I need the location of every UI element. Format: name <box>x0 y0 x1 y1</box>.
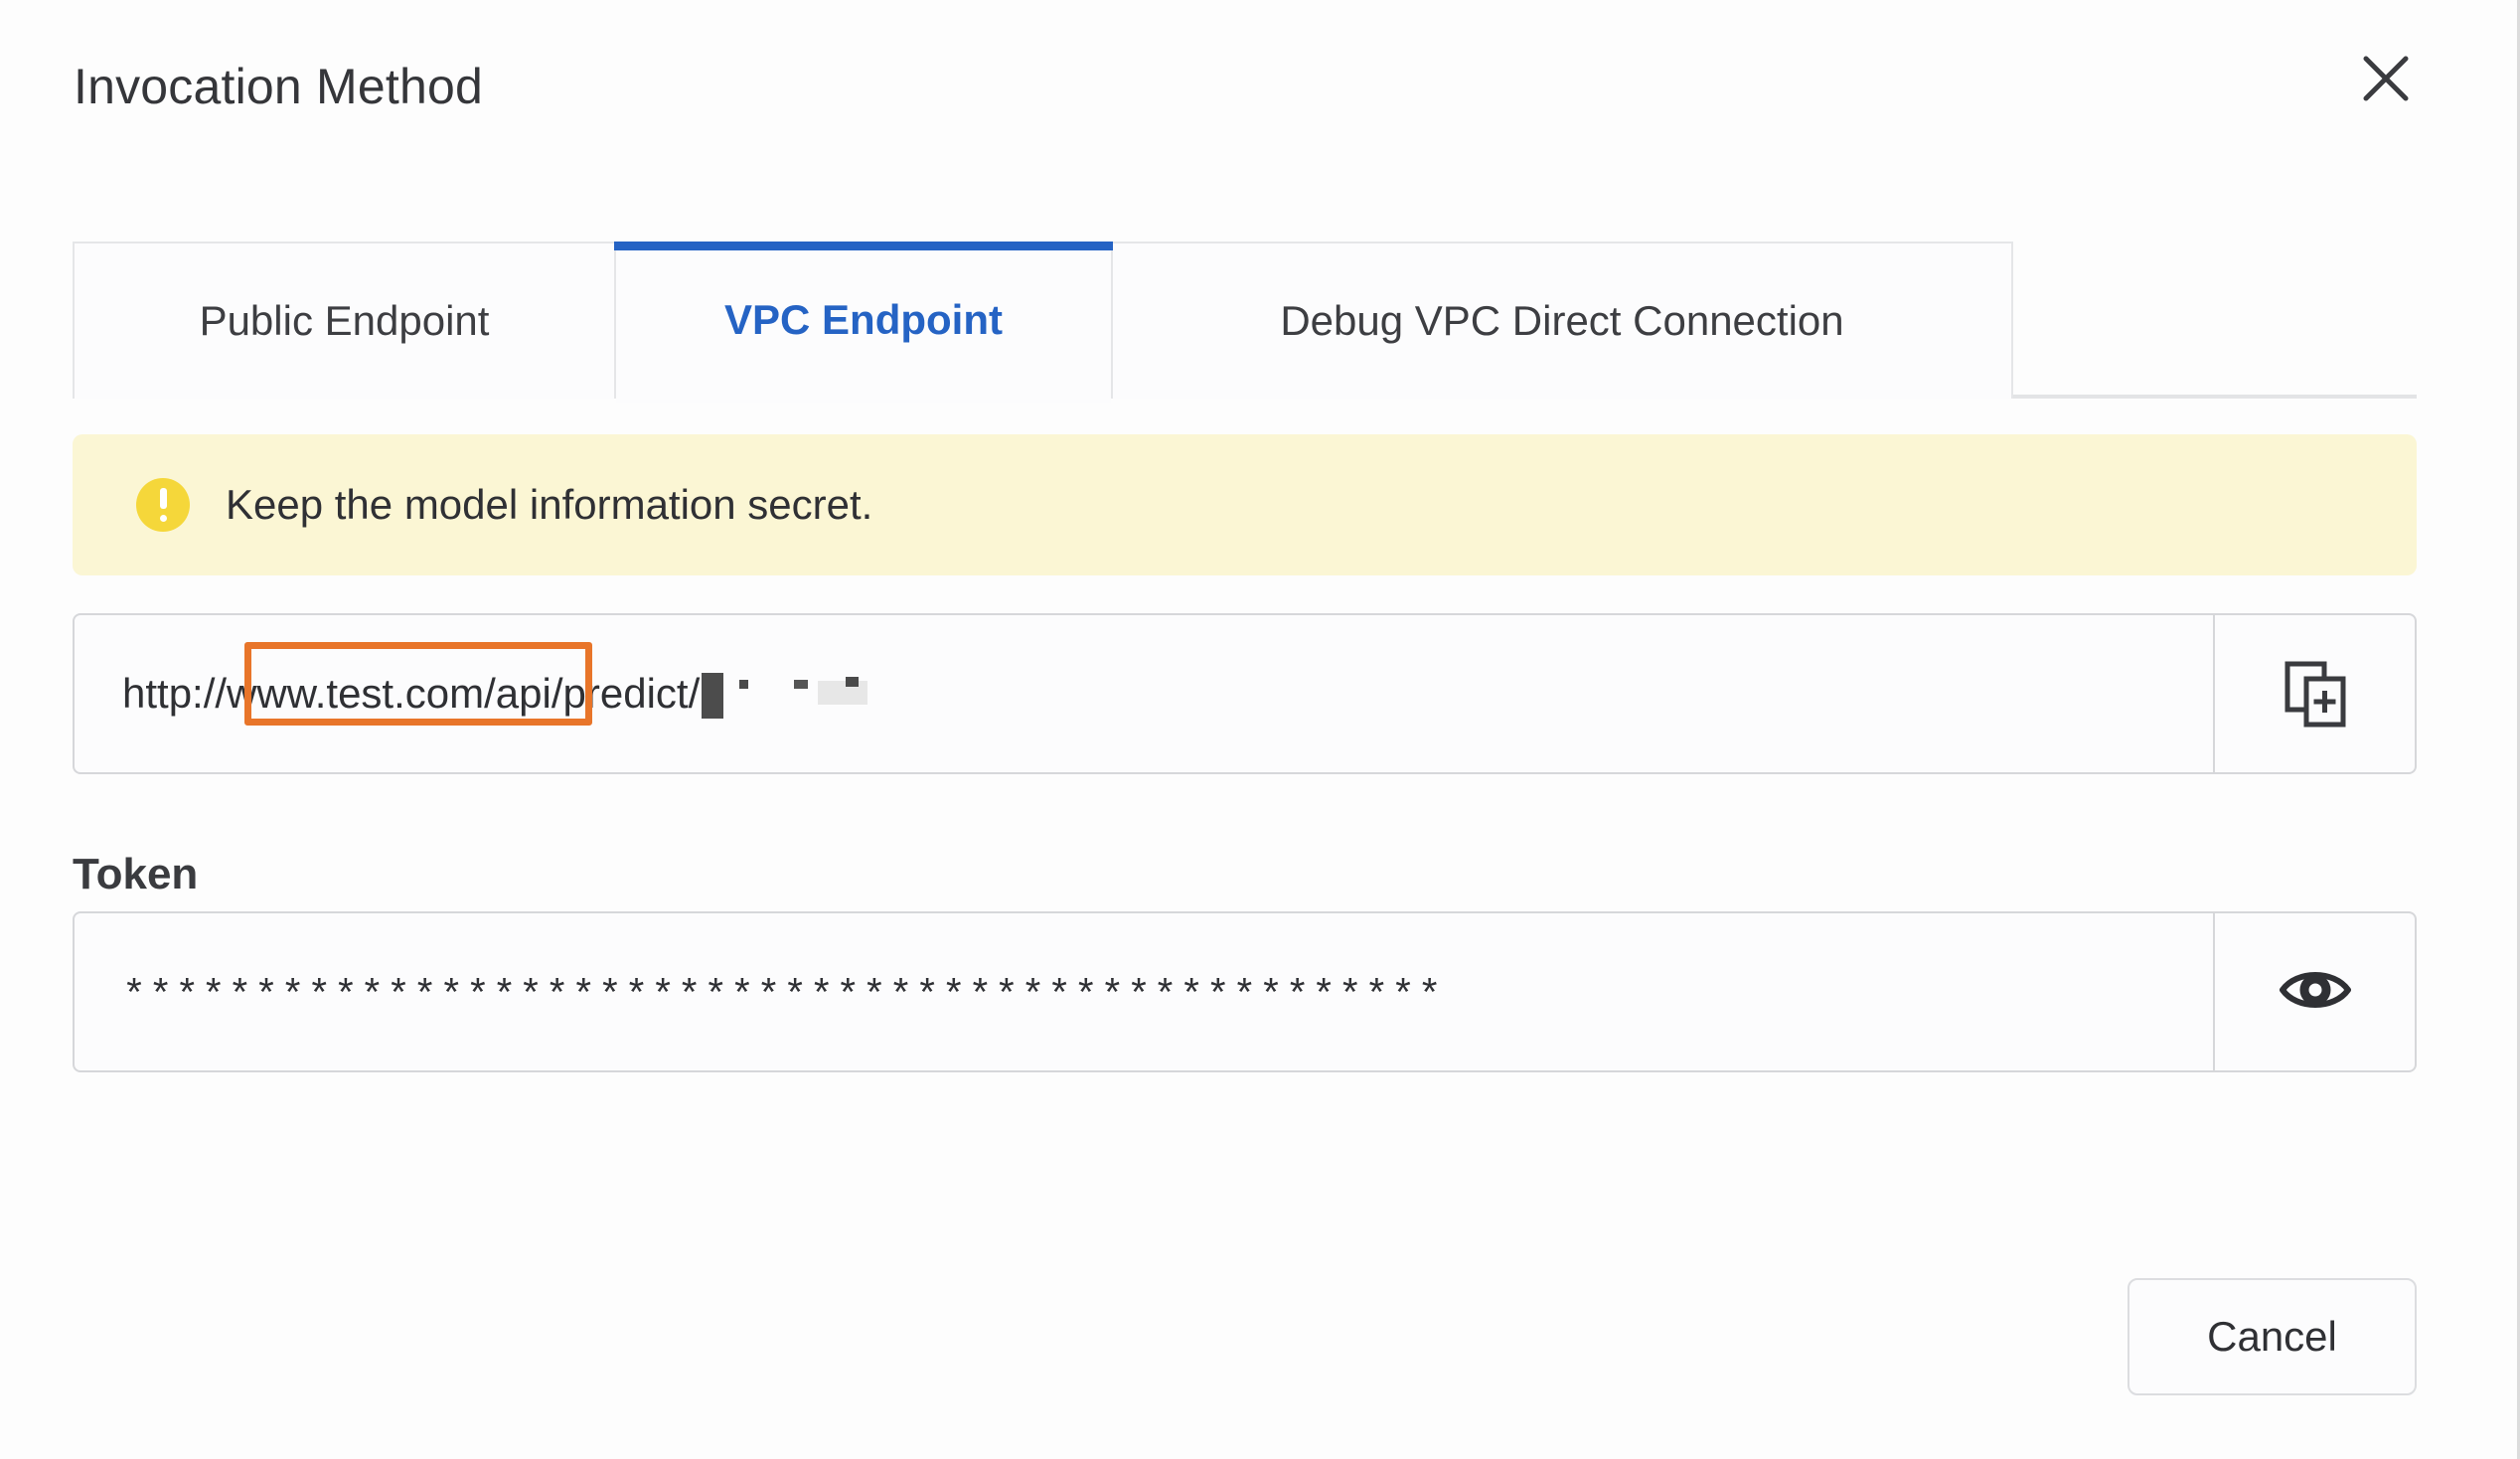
tab-debug-vpc-direct-connection[interactable]: Debug VPC Direct Connection <box>1111 242 2013 399</box>
redacted-url-suffix <box>702 669 868 719</box>
page-title: Invocation Method <box>74 59 483 114</box>
close-icon <box>2358 51 2414 106</box>
tab-label: VPC Endpoint <box>724 296 1003 343</box>
tab-label: Debug VPC Direct Connection <box>1280 297 1844 344</box>
cancel-button[interactable]: Cancel <box>2127 1278 2417 1395</box>
endpoint-url-row: http://www.test.com/api/predict/ <box>73 613 2417 774</box>
token-row: ****************************************… <box>73 911 2417 1072</box>
close-button[interactable] <box>2347 40 2425 117</box>
eye-icon <box>2277 951 2354 1034</box>
endpoint-url-input[interactable]: http://www.test.com/api/predict/ <box>73 613 2215 774</box>
token-masked-value: ****************************************… <box>122 975 1445 1020</box>
tab-strip: Public Endpoint VPC Endpoint Debug VPC D… <box>73 242 2417 403</box>
token-label: Token <box>73 850 199 898</box>
endpoint-url-value: http://www.test.com/api/predict/ <box>122 670 701 717</box>
tab-public-endpoint[interactable]: Public Endpoint <box>73 242 616 399</box>
invocation-method-dialog: Invocation Method Public Endpoint VPC En… <box>0 0 2520 1459</box>
cancel-button-label: Cancel <box>2207 1313 2337 1360</box>
dialog-footer <box>0 1264 2417 1403</box>
copy-icon <box>2277 653 2354 735</box>
warning-banner: Keep the model information secret. <box>73 434 2417 575</box>
warning-exclamation-icon <box>136 478 190 532</box>
dialog-header: Invocation Method <box>0 0 2520 159</box>
copy-endpoint-button[interactable] <box>2215 613 2417 774</box>
toggle-token-visibility-button[interactable] <box>2215 911 2417 1072</box>
tab-vpc-endpoint[interactable]: VPC Endpoint <box>614 242 1113 403</box>
warning-text: Keep the model information secret. <box>226 481 873 528</box>
tab-label: Public Endpoint <box>199 297 490 344</box>
token-input[interactable]: ****************************************… <box>73 911 2215 1072</box>
